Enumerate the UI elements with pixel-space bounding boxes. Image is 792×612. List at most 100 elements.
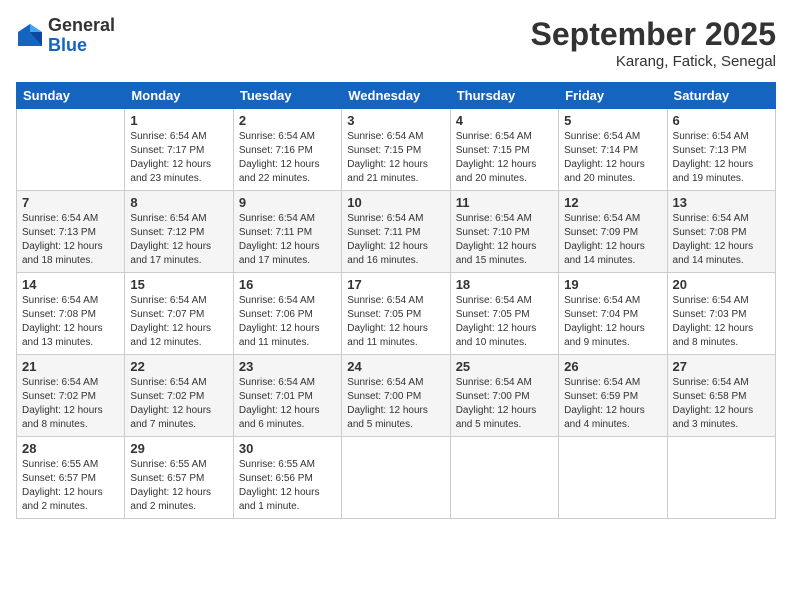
calendar-cell: 6 Sunrise: 6:54 AM Sunset: 7:13 PM Daylig… (667, 109, 775, 191)
day-number: 26 (564, 359, 661, 374)
day-number: 14 (22, 277, 119, 292)
location-subtitle: Karang, Fatick, Senegal (531, 53, 776, 70)
day-info: Sunrise: 6:54 AM Sunset: 7:11 PM Dayligh… (347, 212, 444, 268)
day-info: Sunrise: 6:54 AM Sunset: 7:08 PM Dayligh… (22, 294, 119, 350)
day-number: 23 (239, 359, 336, 374)
day-number: 9 (239, 195, 336, 210)
day-info: Sunrise: 6:54 AM Sunset: 7:00 PM Dayligh… (347, 376, 444, 432)
day-info: Sunrise: 6:54 AM Sunset: 7:05 PM Dayligh… (456, 294, 553, 350)
calendar-cell: 16 Sunrise: 6:54 AM Sunset: 7:06 PM Dayli… (233, 273, 341, 355)
calendar-cell: 12 Sunrise: 6:54 AM Sunset: 7:09 PM Dayli… (559, 191, 667, 273)
day-info: Sunrise: 6:54 AM Sunset: 7:02 PM Dayligh… (22, 376, 119, 432)
day-header-tuesday: Tuesday (233, 83, 341, 109)
day-number: 19 (564, 277, 661, 292)
calendar-cell: 2Sunrise: 6:54 AM Sunset: 7:16 PM Daylig… (233, 109, 341, 191)
calendar-cell: 25Sunrise: 6:54 AM Sunset: 7:00 PM Dayli… (450, 355, 558, 437)
calendar-week-2: 7 Sunrise: 6:54 AM Sunset: 7:13 PM Daylig… (17, 191, 776, 273)
day-info: Sunrise: 6:54 AM Sunset: 7:07 PM Dayligh… (130, 294, 227, 350)
day-info: Sunrise: 6:54 AM Sunset: 7:02 PM Dayligh… (130, 376, 227, 432)
day-number: 11 (456, 195, 553, 210)
day-info: Sunrise: 6:54 AM Sunset: 7:14 PM Dayligh… (564, 130, 661, 186)
calendar-cell: 13 Sunrise: 6:54 AM Sunset: 7:08 PM Dayli… (667, 191, 775, 273)
day-number: 22 (130, 359, 227, 374)
logo-text: General Blue (48, 16, 115, 56)
day-header-thursday: Thursday (450, 83, 558, 109)
day-info: Sunrise: 6:54 AM Sunset: 7:09 PM Dayligh… (564, 212, 661, 268)
day-info: Sunrise: 6:54 AM Sunset: 7:06 PM Dayligh… (239, 294, 336, 350)
calendar-cell: 27 Sunrise: 6:54 AM Sunset: 6:58 PM Dayli… (667, 355, 775, 437)
day-number: 20 (673, 277, 770, 292)
day-number: 30 (239, 441, 336, 456)
day-number: 10 (347, 195, 444, 210)
logo: General Blue (16, 16, 115, 56)
day-number: 24 (347, 359, 444, 374)
calendar-cell (450, 437, 558, 519)
day-number: 27 (673, 359, 770, 374)
calendar-cell: 8Sunrise: 6:54 AM Sunset: 7:12 PM Daylig… (125, 191, 233, 273)
day-info: Sunrise: 6:55 AM Sunset: 6:57 PM Dayligh… (22, 458, 119, 514)
day-info: Sunrise: 6:54 AM Sunset: 7:04 PM Dayligh… (564, 294, 661, 350)
calendar-cell: 29 Sunrise: 6:55 AM Sunset: 6:57 PM Dayli… (125, 437, 233, 519)
calendar-cell: 3 Sunrise: 6:54 AM Sunset: 7:15 PM Daylig… (342, 109, 450, 191)
calendar-cell: 21 Sunrise: 6:54 AM Sunset: 7:02 PM Dayli… (17, 355, 125, 437)
day-info: Sunrise: 6:54 AM Sunset: 7:13 PM Dayligh… (673, 130, 770, 186)
logo-icon (16, 22, 44, 50)
calendar-cell: 10 Sunrise: 6:54 AM Sunset: 7:11 PM Dayli… (342, 191, 450, 273)
calendar-cell: 17 Sunrise: 6:54 AM Sunset: 7:05 PM Dayli… (342, 273, 450, 355)
day-number: 29 (130, 441, 227, 456)
calendar-week-3: 14 Sunrise: 6:54 AM Sunset: 7:08 PM Dayli… (17, 273, 776, 355)
day-info: Sunrise: 6:54 AM Sunset: 7:13 PM Dayligh… (22, 212, 119, 268)
day-number: 17 (347, 277, 444, 292)
day-number: 4 (456, 113, 553, 128)
day-number: 21 (22, 359, 119, 374)
calendar-week-5: 28Sunrise: 6:55 AM Sunset: 6:57 PM Dayli… (17, 437, 776, 519)
calendar-cell: 9Sunrise: 6:54 AM Sunset: 7:11 PM Daylig… (233, 191, 341, 273)
day-number: 13 (673, 195, 770, 210)
day-number: 1 (130, 113, 227, 128)
month-title: September 2025 (531, 16, 776, 53)
calendar-cell: 14 Sunrise: 6:54 AM Sunset: 7:08 PM Dayli… (17, 273, 125, 355)
day-header-monday: Monday (125, 83, 233, 109)
calendar-cell: 1Sunrise: 6:54 AM Sunset: 7:17 PM Daylig… (125, 109, 233, 191)
calendar-cell: 23 Sunrise: 6:54 AM Sunset: 7:01 PM Dayli… (233, 355, 341, 437)
day-info: Sunrise: 6:54 AM Sunset: 7:03 PM Dayligh… (673, 294, 770, 350)
calendar-cell: 4Sunrise: 6:54 AM Sunset: 7:15 PM Daylig… (450, 109, 558, 191)
day-info: Sunrise: 6:54 AM Sunset: 7:10 PM Dayligh… (456, 212, 553, 268)
calendar-cell: 5 Sunrise: 6:54 AM Sunset: 7:14 PM Daylig… (559, 109, 667, 191)
day-number: 3 (347, 113, 444, 128)
day-info: Sunrise: 6:54 AM Sunset: 7:08 PM Dayligh… (673, 212, 770, 268)
day-info: Sunrise: 6:55 AM Sunset: 6:56 PM Dayligh… (239, 458, 336, 514)
calendar-cell (559, 437, 667, 519)
page-header: General Blue September 2025 Karang, Fati… (16, 16, 776, 70)
day-number: 12 (564, 195, 661, 210)
day-info: Sunrise: 6:54 AM Sunset: 7:05 PM Dayligh… (347, 294, 444, 350)
day-info: Sunrise: 6:54 AM Sunset: 7:16 PM Dayligh… (239, 130, 336, 186)
calendar-cell: 28Sunrise: 6:55 AM Sunset: 6:57 PM Dayli… (17, 437, 125, 519)
day-number: 5 (564, 113, 661, 128)
title-block: September 2025 Karang, Fatick, Senegal (531, 16, 776, 70)
day-info: Sunrise: 6:55 AM Sunset: 6:57 PM Dayligh… (130, 458, 227, 514)
calendar-header-row: SundayMondayTuesdayWednesdayThursdayFrid… (17, 83, 776, 109)
day-header-saturday: Saturday (667, 83, 775, 109)
day-number: 8 (130, 195, 227, 210)
day-info: Sunrise: 6:54 AM Sunset: 7:15 PM Dayligh… (347, 130, 444, 186)
calendar-week-4: 21 Sunrise: 6:54 AM Sunset: 7:02 PM Dayli… (17, 355, 776, 437)
calendar-cell: 18 Sunrise: 6:54 AM Sunset: 7:05 PM Dayli… (450, 273, 558, 355)
day-info: Sunrise: 6:54 AM Sunset: 6:58 PM Dayligh… (673, 376, 770, 432)
day-header-wednesday: Wednesday (342, 83, 450, 109)
calendar-cell: 19 Sunrise: 6:54 AM Sunset: 7:04 PM Dayli… (559, 273, 667, 355)
logo-blue: Blue (48, 35, 87, 55)
calendar-table: SundayMondayTuesdayWednesdayThursdayFrid… (16, 82, 776, 519)
day-number: 6 (673, 113, 770, 128)
day-info: Sunrise: 6:54 AM Sunset: 7:00 PM Dayligh… (456, 376, 553, 432)
calendar-cell: 11 Sunrise: 6:54 AM Sunset: 7:10 PM Dayli… (450, 191, 558, 273)
calendar-cell: 7 Sunrise: 6:54 AM Sunset: 7:13 PM Daylig… (17, 191, 125, 273)
calendar-cell: 24 Sunrise: 6:54 AM Sunset: 7:00 PM Dayli… (342, 355, 450, 437)
calendar-cell: 26Sunrise: 6:54 AM Sunset: 6:59 PM Dayli… (559, 355, 667, 437)
day-number: 7 (22, 195, 119, 210)
calendar-cell (17, 109, 125, 191)
day-info: Sunrise: 6:54 AM Sunset: 7:01 PM Dayligh… (239, 376, 336, 432)
day-number: 16 (239, 277, 336, 292)
day-number: 18 (456, 277, 553, 292)
calendar-cell: 30 Sunrise: 6:55 AM Sunset: 6:56 PM Dayli… (233, 437, 341, 519)
